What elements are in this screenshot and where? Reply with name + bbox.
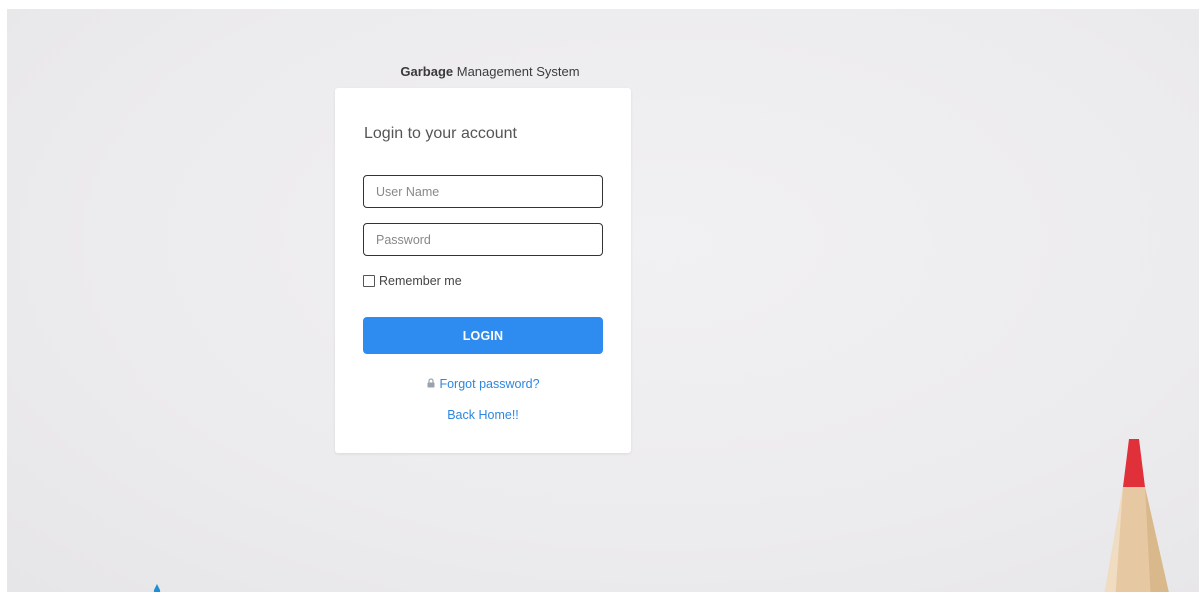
login-button[interactable]: LOGIN [363,317,603,354]
brand-title-bold: Garbage [400,64,454,79]
forgot-password-label: Forgot password? [439,377,540,391]
login-card: Login to your account Remember me LOGIN … [335,88,631,453]
remember-me-label: Remember me [379,274,462,288]
remember-me-control[interactable]: Remember me [363,274,462,288]
login-card-title: Login to your account [364,125,517,142]
username-input[interactable] [363,175,603,208]
password-input[interactable] [363,223,603,256]
blue-pencil-decoration [153,584,161,592]
back-home-link[interactable]: Back Home!! [335,408,631,422]
brand-title: Garbage Management System [340,64,640,79]
checkbox-icon[interactable] [363,275,375,287]
forgot-password-link[interactable]: Forgot password? [335,377,631,391]
brand-title-rest: Management System [453,64,580,79]
page: Garbage Management System Login to your … [0,0,1199,592]
red-pencil-decoration [1104,439,1169,592]
lock-icon [427,378,435,388]
